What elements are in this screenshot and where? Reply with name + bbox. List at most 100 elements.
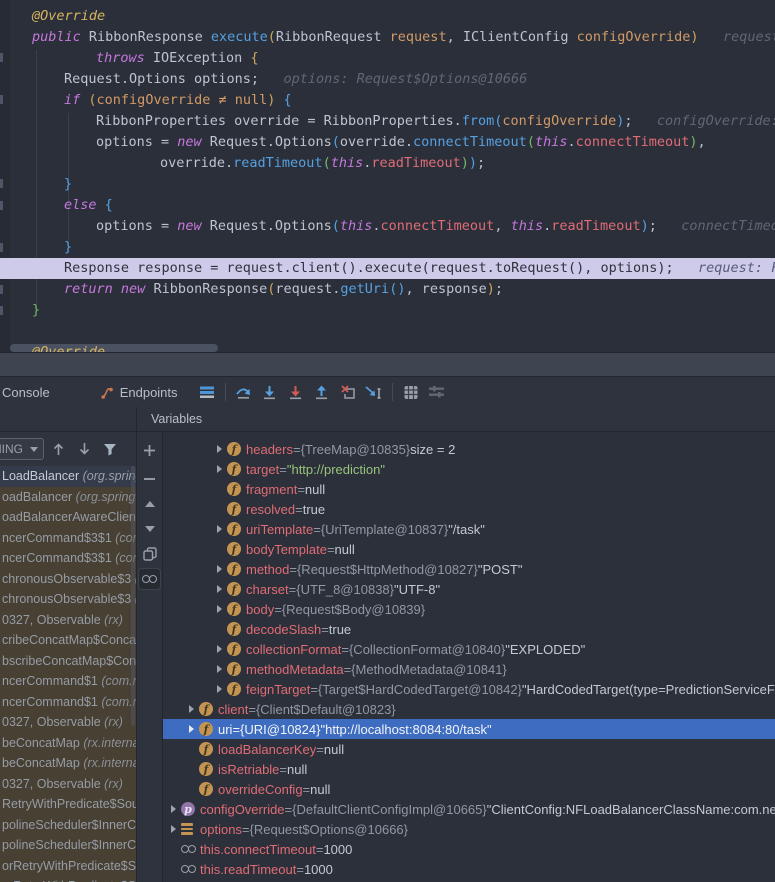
expand-arrow-icon[interactable] — [217, 445, 222, 453]
variable-row[interactable]: f charset = {UTF_8@10838} "UTF-8" — [163, 579, 775, 599]
code-line[interactable]: Response response = request.client().exe… — [0, 258, 775, 279]
expand-arrow-icon[interactable] — [217, 685, 222, 693]
variable-row[interactable]: f methodMetadata = {MethodMetadata@10841} — [163, 659, 775, 679]
frames-scrollbar[interactable] — [131, 466, 135, 726]
code-line[interactable]: RibbonProperties override = RibbonProper… — [10, 111, 775, 132]
stack-frame-item[interactable]: 0327, Observable (rx) — [0, 773, 136, 794]
stack-frame-item[interactable]: orRetryWithPredicate$Sou — [0, 876, 136, 882]
stack-frame-item[interactable]: chronousObservable$3 (rx — [0, 589, 136, 610]
code-line[interactable]: } — [10, 174, 775, 195]
expand-arrow-icon[interactable] — [217, 605, 222, 613]
move-watch-down-button[interactable] — [137, 518, 162, 540]
code-line[interactable]: } — [10, 237, 775, 258]
variable-row[interactable]: this.connectTimeout = 1000 — [163, 839, 775, 859]
expand-arrow-icon[interactable] — [171, 805, 176, 813]
variable-row[interactable]: f uriTemplate = {UriTemplate@10837} "/tas… — [163, 519, 775, 539]
force-step-into-button[interactable] — [283, 380, 309, 404]
code-line[interactable] — [10, 321, 775, 342]
code-line[interactable]: } — [10, 300, 775, 321]
code-editor[interactable]: @Override public RibbonResponse execute(R… — [0, 0, 775, 352]
evaluate-expression-button[interactable] — [398, 380, 424, 404]
run-to-cursor-button[interactable] — [361, 380, 387, 404]
variable-row[interactable]: f collectionFormat = {CollectionFormat@10… — [163, 639, 775, 659]
move-watch-up-button[interactable] — [137, 493, 162, 515]
tab-endpoints[interactable]: Endpoints — [96, 377, 182, 407]
tab-console[interactable]: Console — [0, 377, 54, 407]
stack-frame-item[interactable]: oadBalancerAwareClient$ — [0, 507, 136, 528]
expand-arrow-icon[interactable] — [217, 645, 222, 653]
expand-arrow-icon[interactable] — [217, 585, 222, 593]
variable-row[interactable]: f body = {Request$Body@10839} — [163, 599, 775, 619]
stack-frame-item[interactable]: cribeConcatMap$ConcatM — [0, 630, 136, 651]
stack-frame-item[interactable]: ncerCommand$1 (com.net — [0, 671, 136, 692]
duplicate-watch-button[interactable] — [137, 543, 162, 565]
stack-frame-item[interactable]: beConcatMap (rx.internal. — [0, 753, 136, 774]
code-line[interactable]: else { — [10, 195, 775, 216]
frame-up-button[interactable] — [46, 438, 70, 460]
variable-row[interactable]: f headers = {TreeMap@10835} size = 2 — [163, 439, 775, 459]
layout-settings-button[interactable] — [424, 380, 450, 404]
watch-icon — [181, 865, 196, 873]
expand-arrow-icon[interactable] — [217, 525, 222, 533]
variable-row[interactable]: f uri = {URI@10824} "http://localhost:808… — [163, 719, 775, 739]
stack-frame-item[interactable]: bscribeConcatMap$Conca — [0, 650, 136, 671]
code-line[interactable]: @Override — [10, 6, 775, 27]
step-into-button[interactable] — [257, 380, 283, 404]
stack-frame-item[interactable]: polineScheduler$InnerCur — [0, 814, 136, 835]
stack-frame-item[interactable]: ncerCommand$1 (com.net — [0, 691, 136, 712]
stack-frame-item[interactable]: orRetryWithPredicate$Sou — [0, 855, 136, 876]
code-line[interactable]: return new RibbonResponse(request.getUri… — [10, 279, 775, 300]
variable-row[interactable]: this.readTimeout = 1000 — [163, 859, 775, 879]
variable-row[interactable]: p configOverride = {DefaultClientConfigIm… — [163, 799, 775, 819]
frame-down-button[interactable] — [72, 438, 96, 460]
code-line[interactable]: override.readTimeout(this.readTimeout)); — [10, 153, 775, 174]
variable-row[interactable]: f resolved = true — [163, 499, 775, 519]
stack-frame-item[interactable]: beConcatMap (rx.internal. — [0, 732, 136, 753]
stack-frame-item[interactable]: chronousObservable$3 (rx — [0, 568, 136, 589]
stack-frame-item[interactable]: RetryWithPredicate$Sourc — [0, 794, 136, 815]
show-watches-toggle[interactable] — [138, 568, 161, 590]
filter-frames-button[interactable] — [98, 438, 122, 460]
frames-panel: NING LoadBalancer (org.springfroadBalanc… — [0, 432, 137, 882]
stack-frame-item[interactable]: 0327, Observable (rx) — [0, 712, 136, 733]
step-out-button[interactable] — [309, 380, 335, 404]
expand-arrow-icon[interactable] — [171, 825, 176, 833]
watches-icon — [142, 575, 157, 583]
code-line[interactable]: Request.Options options; options: Reques… — [10, 69, 775, 90]
code-line[interactable]: options = new Request.Options(override.c… — [10, 132, 775, 153]
code-line[interactable]: throws IOException { — [10, 48, 775, 69]
variable-row[interactable]: f target = "http://prediction" — [163, 459, 775, 479]
expand-arrow-icon[interactable] — [189, 725, 194, 733]
stack-frame-item[interactable]: LoadBalancer (org.springfr — [0, 466, 136, 487]
expand-arrow-icon[interactable] — [217, 665, 222, 673]
variable-row[interactable]: f loadBalancerKey = null — [163, 739, 775, 759]
variable-row[interactable]: f overrideConfig = null — [163, 779, 775, 799]
remove-watch-button[interactable] — [137, 468, 162, 490]
variable-row[interactable]: options = {Request$Options@10666} — [163, 819, 775, 839]
variable-row[interactable]: f isRetriable = null — [163, 759, 775, 779]
variable-row[interactable]: f decodeSlash = true — [163, 619, 775, 639]
variable-row[interactable]: f method = {Request$HttpMethod@10827} "PO… — [163, 559, 775, 579]
stack-frame-item[interactable]: ncerCommand$3$1 (com.n — [0, 548, 136, 569]
expand-arrow-icon[interactable] — [189, 705, 194, 713]
variable-row[interactable]: f bodyTemplate = null — [163, 539, 775, 559]
stack-frame-item[interactable]: oadBalancer (org.springfr — [0, 486, 136, 507]
add-watch-button[interactable] — [137, 439, 162, 461]
stack-frame-item[interactable]: polineScheduler$InnerCur — [0, 835, 136, 856]
expand-arrow-icon[interactable] — [217, 565, 222, 573]
reset-frame-button[interactable] — [335, 380, 361, 404]
panel-splitter[interactable] — [0, 352, 775, 377]
code-line[interactable]: public RibbonResponse execute(RibbonRequ… — [10, 27, 775, 48]
thread-dropdown[interactable]: NING — [0, 438, 44, 460]
stack-frame-item[interactable]: 0327, Observable (rx) — [0, 609, 136, 630]
expand-arrow-icon[interactable] — [217, 465, 222, 473]
threads-view-button[interactable] — [194, 380, 220, 404]
code-line[interactable]: options = new Request.Options(this.conne… — [10, 216, 775, 237]
code-line[interactable]: if (configOverride ≠ null) { — [10, 90, 775, 111]
variable-row[interactable]: f feignTarget = {Target$HardCodedTarget@1… — [163, 679, 775, 699]
stack-frame-item[interactable]: ncerCommand$3$1 (com.n — [0, 527, 136, 548]
step-over-button[interactable] — [231, 380, 257, 404]
code-line[interactable]: @Override — [10, 342, 775, 352]
variable-row[interactable]: f fragment = null — [163, 479, 775, 499]
variable-row[interactable]: f client = {Client$Default@10823} — [163, 699, 775, 719]
